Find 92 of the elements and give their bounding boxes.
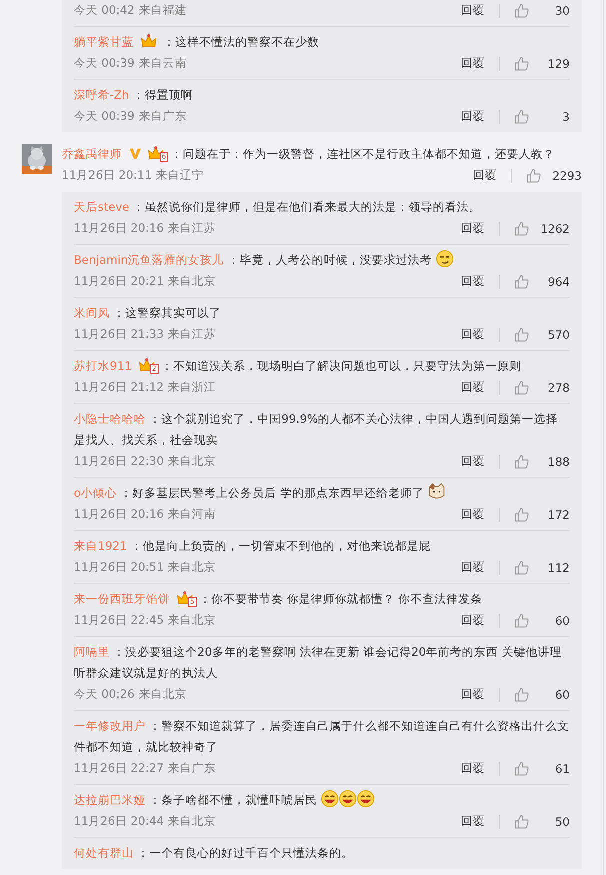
reply-link[interactable]: 回覆 bbox=[461, 507, 485, 522]
thumbs-up-icon[interactable] bbox=[514, 760, 530, 776]
like-count: 3 bbox=[562, 110, 570, 124]
comment-time: 11月26日 21:33 bbox=[74, 327, 164, 342]
thumbs-up-icon[interactable] bbox=[514, 2, 530, 18]
like-count: 61 bbox=[554, 762, 570, 776]
thumbs-up-icon[interactable] bbox=[514, 560, 530, 576]
comment-location: 来自辽宁 bbox=[156, 168, 204, 183]
like-count: 278 bbox=[547, 380, 570, 394]
thumbs-up-icon[interactable] bbox=[514, 220, 530, 236]
comment-location: 来自北京 bbox=[168, 454, 216, 469]
reply-link[interactable]: 回覆 bbox=[461, 613, 485, 628]
comment-text: o小倾心 ：好多基层民警考上公务员后 学的那点东西早还给老师了 bbox=[74, 483, 570, 504]
like-count: 570 bbox=[547, 328, 570, 342]
comment-text: 小隐士哈哈哈 ：这个就别追究了，中国99.9%的人都不关心法律，中国人遇到问题第一选择是找人、找关系，社会现实 bbox=[74, 411, 560, 449]
like-count: 30 bbox=[554, 4, 570, 18]
reply-link[interactable]: 回覆 bbox=[461, 687, 485, 702]
like-count: 172 bbox=[547, 508, 570, 522]
cat-emoji-icon bbox=[428, 483, 446, 501]
like-count: 60 bbox=[554, 688, 570, 702]
reply-link[interactable]: 回覆 bbox=[461, 380, 485, 395]
comment-location: 来自浙江 bbox=[168, 380, 216, 395]
comment-location: 来自北京 bbox=[168, 560, 216, 575]
comment-location: 来自江苏 bbox=[168, 221, 216, 236]
reply-link[interactable]: 回覆 bbox=[461, 274, 485, 289]
comment-text: 深呼希-Zh ：得置顶啊 bbox=[74, 87, 194, 104]
comment-time: 今天 00:39 bbox=[74, 109, 135, 124]
comment-text: 何处有群山 ：一个有良心的好过千百个只懂法条的。 bbox=[74, 845, 355, 862]
comment-location: 来自北京 bbox=[168, 274, 216, 289]
comment-location: 来自河南 bbox=[168, 507, 216, 522]
comment-text: 米间风 ：这警察其实可以了 bbox=[74, 305, 223, 322]
thumbs-up-icon[interactable] bbox=[514, 454, 530, 470]
comment-time: 11月26日 20:21 bbox=[74, 274, 164, 289]
like-count: 188 bbox=[547, 454, 570, 468]
reply-link[interactable]: 回覆 bbox=[461, 109, 485, 124]
comment-time: 11月26日 20:51 bbox=[74, 560, 164, 575]
laughing-emoji-icon bbox=[357, 790, 376, 808]
reply-link[interactable]: 回覆 bbox=[461, 454, 485, 469]
like-count: 2293 bbox=[552, 168, 582, 182]
comment-text: 阿嗝里 ：没必要狙这个20多年的老警察啊 法律在更新 谁会记得20年前考的东西 关键他讲理听群众建议就是好的执法人 bbox=[74, 644, 563, 682]
like-count: 1262 bbox=[540, 222, 570, 236]
comment-time: 11月26日 20:44 bbox=[74, 814, 164, 829]
thumbs-up-icon[interactable] bbox=[514, 56, 530, 72]
reply-link[interactable]: 回覆 bbox=[461, 56, 485, 71]
thumbs-up-icon[interactable] bbox=[514, 274, 530, 290]
comment-location: 来自云南 bbox=[138, 56, 187, 71]
comment-time: 今天 00:26 bbox=[74, 687, 135, 702]
reply-link[interactable]: 回覆 bbox=[473, 168, 497, 183]
reply-link[interactable]: 回覆 bbox=[461, 814, 485, 829]
comment-text: Benjamin沉鱼落雁的女孩儿 ：毕竟，人考公的时候，没要求过法考 bbox=[74, 250, 570, 271]
like-count: 50 bbox=[554, 814, 570, 828]
comment-text: 达拉崩巴米娅 ：条子啥都不懂，就懂吓唬居民 bbox=[74, 790, 570, 811]
thumbs-up-icon[interactable] bbox=[514, 612, 530, 628]
comment-location: 来自江苏 bbox=[168, 327, 216, 342]
comment-location: 来自北京 bbox=[138, 687, 187, 702]
comment-text: 来自1921 ：他是向上负责的，一切管束不到他的，对他来说都是屁 bbox=[74, 538, 432, 555]
laughing-emoji-icon bbox=[339, 790, 358, 808]
like-count: 129 bbox=[547, 56, 570, 70]
thumbs-up-icon[interactable] bbox=[514, 108, 530, 124]
comment-time: 11月26日 22:27 bbox=[74, 761, 164, 776]
comment-location: 来自北京 bbox=[168, 814, 216, 829]
comment-time: 今天 00:39 bbox=[74, 56, 135, 71]
comment-time: 11月26日 20:16 bbox=[74, 221, 164, 236]
comment-text: 天后steve ：虽然说你们是律师，但是在他们看来最大的法是：领导的看法。 bbox=[74, 199, 482, 216]
comment-time: 今天 00:42 bbox=[74, 3, 135, 18]
comment-time: 11月26日 22:45 bbox=[74, 613, 164, 628]
comment-text: 一年修改用户 ：警察不知道就算了，居委连自己属于什么都不知道连自己有什么资格出什么文件都不知道，就比较神奇了 bbox=[74, 718, 570, 756]
smirk-emoji-icon bbox=[436, 250, 454, 268]
thumbs-up-icon[interactable] bbox=[514, 506, 530, 522]
reply-link[interactable]: 回覆 bbox=[461, 221, 485, 236]
comment-location: 来自北京 bbox=[168, 613, 216, 628]
comment-location: 来自福建 bbox=[138, 3, 187, 18]
like-count: 964 bbox=[547, 274, 570, 288]
thumbs-up-icon[interactable] bbox=[514, 814, 530, 830]
comment-time: 11月26日 21:12 bbox=[74, 380, 164, 395]
reply-link[interactable]: 回覆 bbox=[461, 761, 485, 776]
comment-location: 来自广东 bbox=[138, 109, 187, 124]
reply-link[interactable]: 回覆 bbox=[461, 327, 485, 342]
comment-location: 来自广东 bbox=[168, 761, 216, 776]
like-count: 112 bbox=[547, 560, 570, 574]
comment-time: 11月26日 20:16 bbox=[74, 507, 164, 522]
thumbs-up-icon[interactable] bbox=[514, 686, 530, 702]
reply-link[interactable]: 回覆 bbox=[461, 3, 485, 18]
thumbs-up-icon[interactable] bbox=[514, 380, 530, 396]
thumbs-up-icon[interactable] bbox=[526, 168, 542, 184]
comment-text: 躺平紫甘蓝 ：这样不懂法的警察不在少数 bbox=[74, 32, 320, 51]
laughing-emoji-icon bbox=[321, 790, 340, 808]
comment-time: 11月26日 22:30 bbox=[74, 454, 164, 469]
comment-time: 11月26日 20:11 bbox=[62, 168, 152, 183]
thumbs-up-icon[interactable] bbox=[514, 326, 530, 342]
like-count: 60 bbox=[554, 614, 570, 628]
reply-link[interactable]: 回覆 bbox=[461, 560, 485, 575]
